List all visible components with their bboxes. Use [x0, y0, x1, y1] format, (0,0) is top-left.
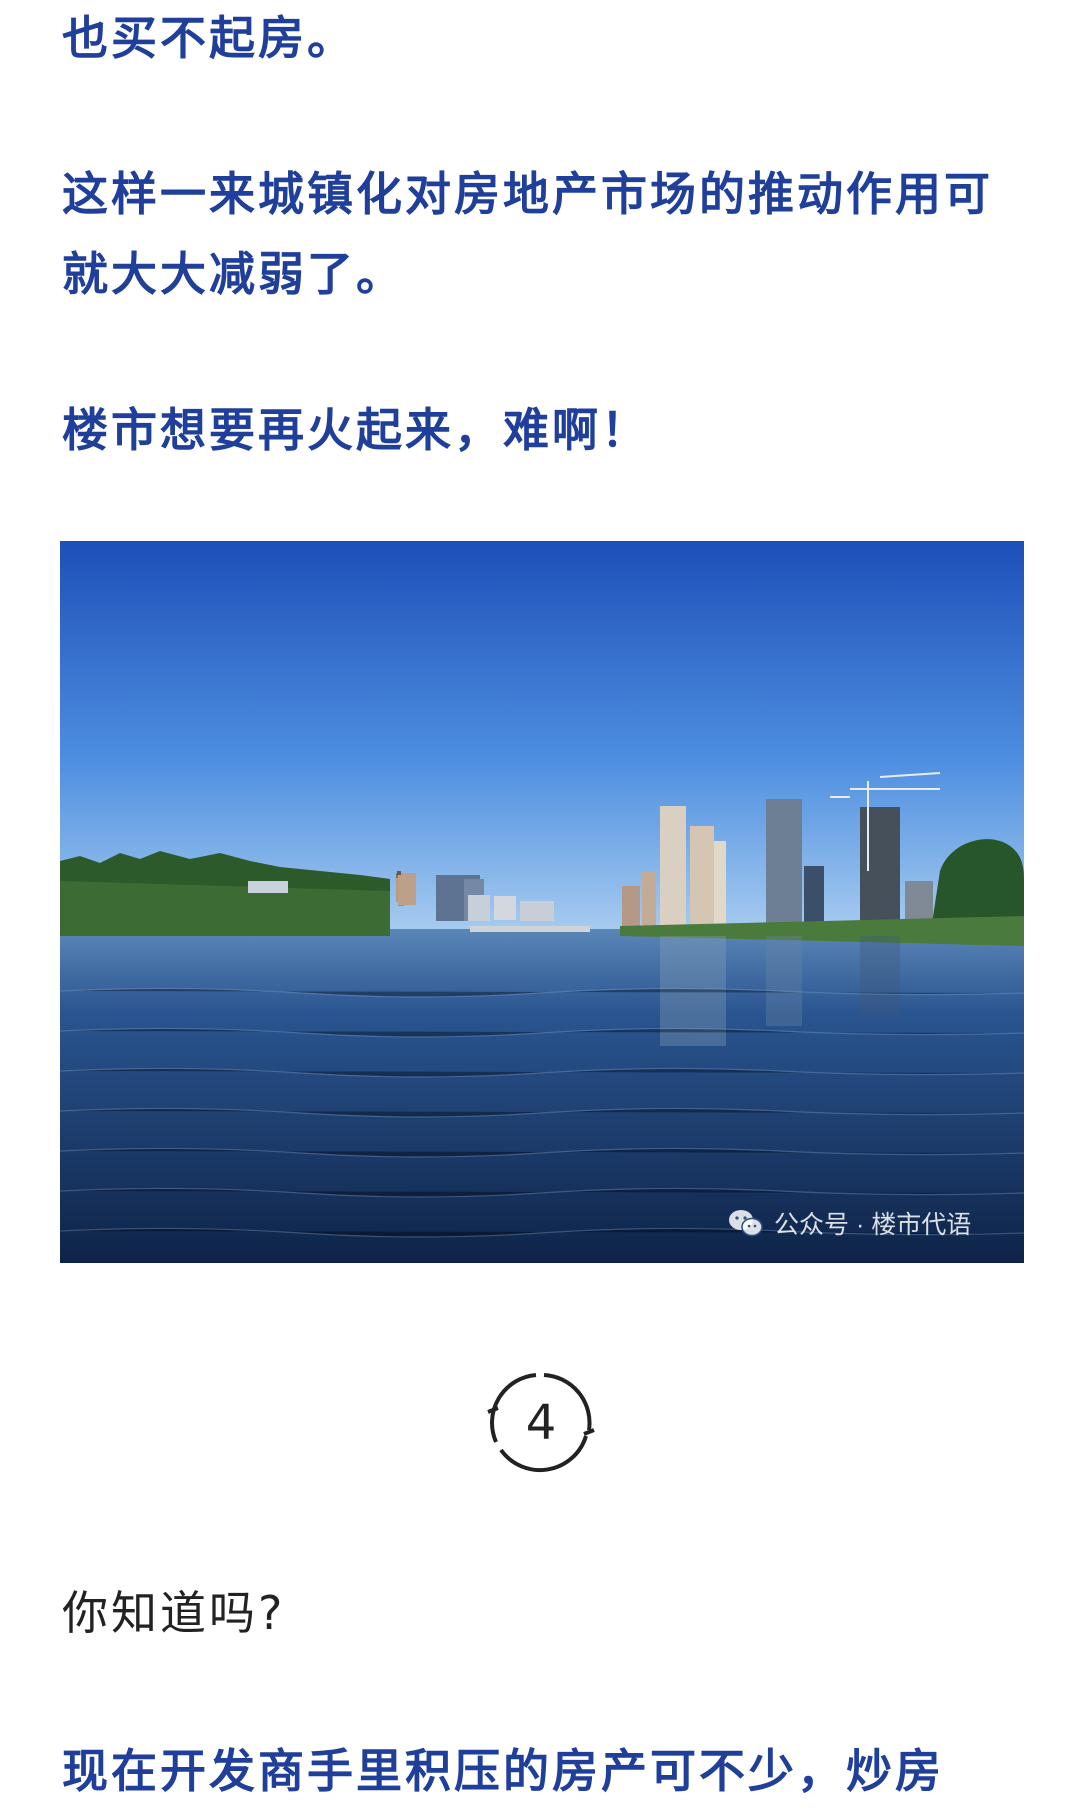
- article-page: 也买不起房。 这样一来城镇化对房地产市场的推动作用可就大大减弱了。 楼市想要再火…: [0, 0, 1080, 1806]
- article-photo[interactable]: [60, 541, 1024, 1263]
- section-number-badge: 4: [486, 1368, 596, 1478]
- article-paragraph-5: 现在开发商手里积压的房产可不少，炒房: [62, 1744, 944, 1798]
- wechat-icon: [729, 1210, 763, 1237]
- watermark-text: 公众号 · 楼市代语: [774, 1211, 972, 1239]
- image-watermark: 公众号 · 楼市代语: [728, 1203, 971, 1243]
- section-number: 4: [525, 1395, 557, 1451]
- article-paragraph-2: 这样一来城镇化对房地产市场的推动作用可就大大减弱了。: [62, 167, 993, 301]
- article-paragraph-1: 也买不起房。: [62, 11, 356, 65]
- article-paragraph-4: 你知道吗?: [62, 1586, 286, 1640]
- article-paragraph-3: 楼市想要再火起来，难啊！: [62, 403, 650, 457]
